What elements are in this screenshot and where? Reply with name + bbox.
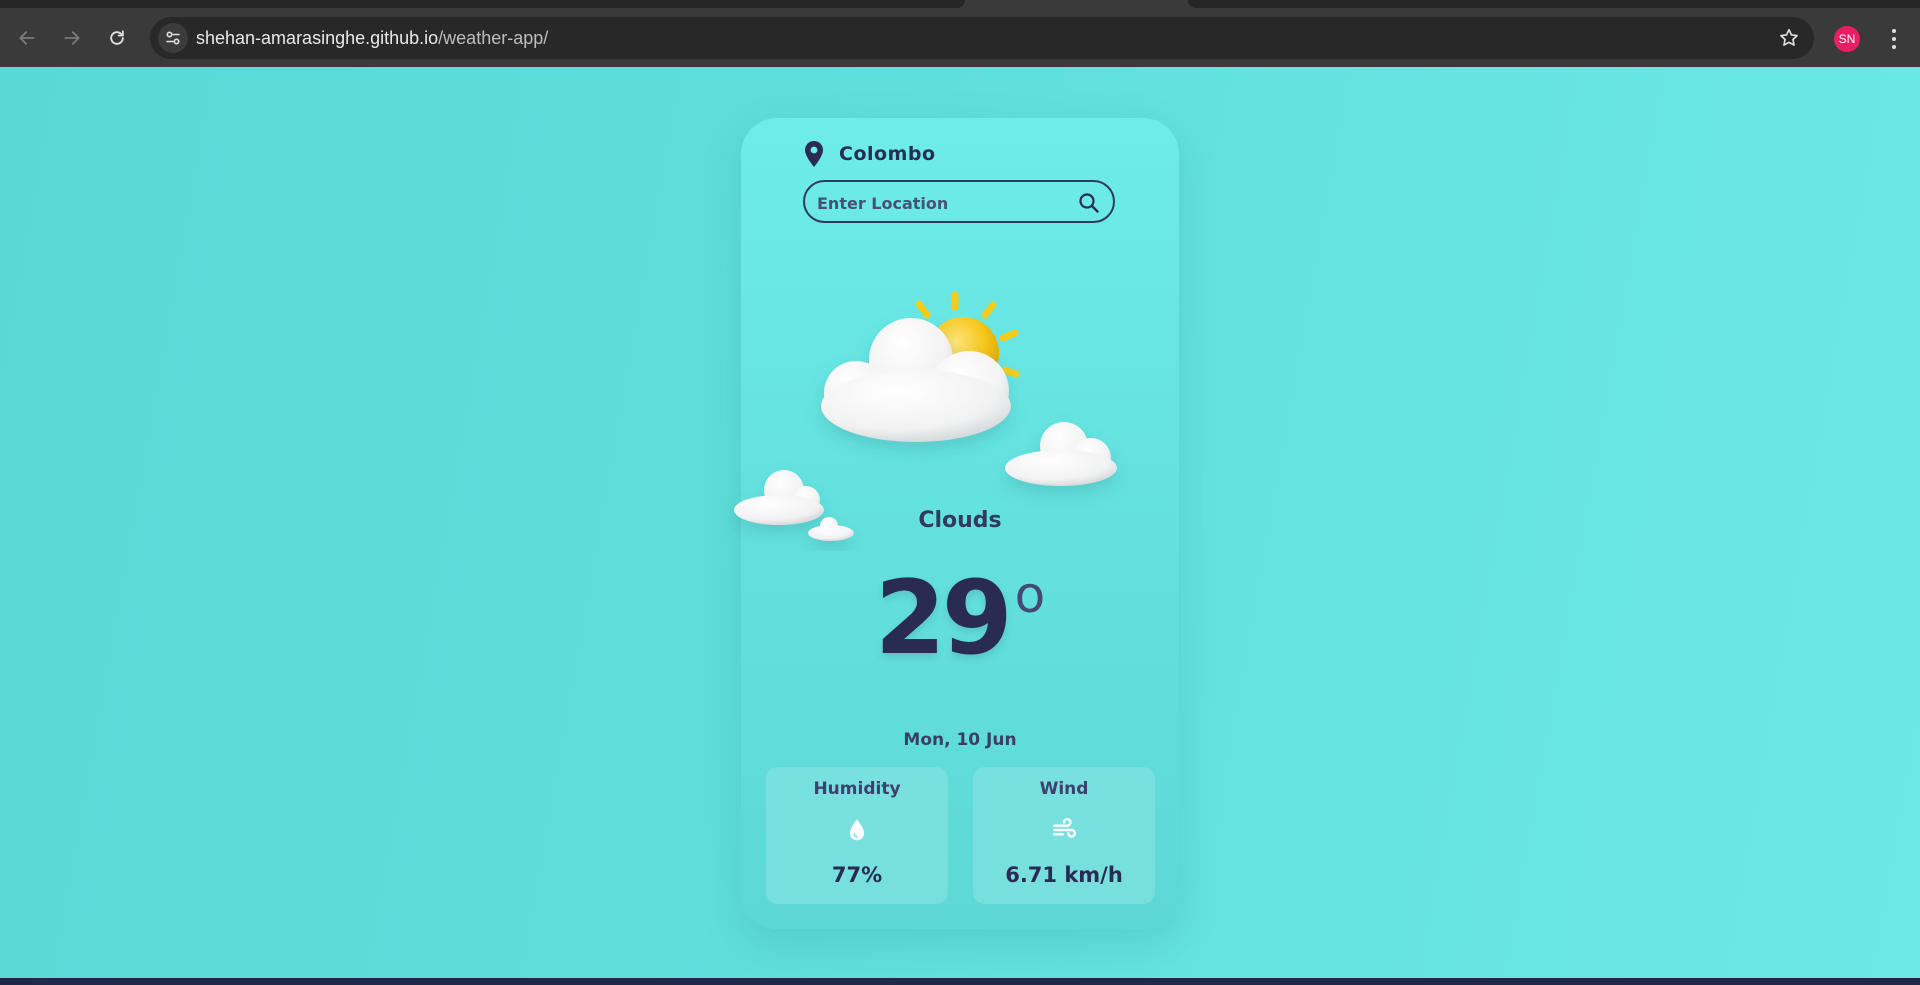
search-icon[interactable] [1077, 191, 1101, 215]
temperature-display: 29 o [741, 568, 1179, 670]
url-text[interactable]: shehan-amarasinghe.github.io/weather-app… [196, 28, 548, 49]
reload-icon [110, 30, 124, 45]
wind-icon [1053, 818, 1076, 838]
page-viewport: Colombo Enter Location Clouds 29 o Mon, … [0, 67, 1920, 978]
bookmark-star-icon[interactable] [1778, 27, 1800, 49]
weather-condition: Clouds [918, 508, 1002, 533]
wind-value: 6.71 km/h [1005, 863, 1123, 887]
current-date: Mon, 10 Jun [903, 730, 1017, 750]
map-pin-icon [805, 141, 823, 167]
humidity-panel: Humidity 77% [766, 767, 948, 904]
browser-toolbar: shehan-amarasinghe.github.io/weather-app… [0, 10, 1920, 67]
humidity-value: 77% [831, 863, 883, 887]
profile-avatar[interactable]: SN [1834, 26, 1860, 52]
site-info-button[interactable] [158, 23, 188, 53]
arrow-right-icon [64, 31, 80, 45]
degree-symbol: o [1014, 566, 1046, 624]
location-search [803, 180, 1115, 223]
wind-label: Wind [1039, 779, 1089, 799]
reload-button[interactable] [103, 24, 131, 52]
tune-icon [166, 31, 180, 45]
address-bar[interactable]: shehan-amarasinghe.github.io/weather-app… [150, 17, 1814, 59]
tab[interactable] [1188, 0, 1920, 8]
browser-menu-button[interactable] [1884, 26, 1904, 52]
water-drop-icon [849, 819, 865, 841]
humidity-label: Humidity [813, 779, 901, 799]
taskbar-edge [0, 978, 1920, 985]
wind-panel: Wind 6.71 km/h [973, 767, 1155, 904]
profile-initials: SN [1838, 32, 1856, 46]
url-host: shehan-amarasinghe.github.io [196, 28, 439, 48]
weather-card: Colombo Enter Location Clouds 29 o Mon, … [734, 118, 1179, 929]
tab-strip [0, 0, 1920, 10]
forward-button[interactable] [58, 24, 86, 52]
url-path: /weather-app/ [438, 28, 549, 48]
back-button[interactable] [13, 24, 41, 52]
temperature-value: 29 [874, 559, 1013, 678]
location-name: Colombo [839, 143, 936, 165]
tab[interactable] [0, 0, 965, 8]
cloudy-sun-illustration [734, 291, 1117, 541]
arrow-left-icon [19, 31, 35, 45]
location-header: Colombo [803, 140, 936, 168]
location-input[interactable] [817, 191, 1067, 215]
